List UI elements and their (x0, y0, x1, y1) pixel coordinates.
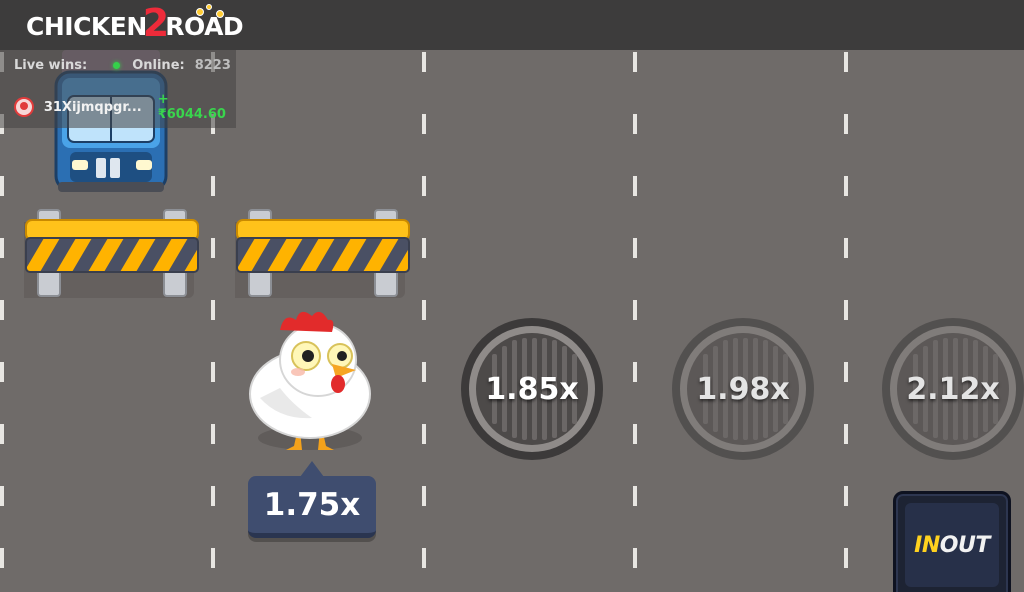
provider-in-text: IN (914, 532, 940, 558)
lane-divider (211, 50, 215, 592)
chicken-character-icon[interactable] (240, 300, 380, 452)
header-bar: CHICKEN 2 ROAD (0, 0, 1024, 50)
win-amount: +₹6044.60 (157, 92, 226, 122)
logo-sparkle-icon (206, 4, 212, 10)
live-stats-row: Live wins: Online: 8223 (14, 58, 231, 73)
live-win-item: 31Xijmqpgr... +₹6044.60 (14, 92, 236, 122)
provider-logo-text: INOUT (914, 533, 990, 558)
current-multiplier: 1.75x (248, 476, 376, 538)
road-barrier-icon (229, 208, 411, 298)
road-barrier-icon (18, 208, 200, 298)
green-dot-icon (113, 62, 121, 69)
provider-out-text: OUT (939, 532, 991, 558)
logo-text-left: CHICKEN (26, 11, 147, 41)
live-wins-panel: Live wins: Online: 8223 31Xijmqpgr... +₹… (0, 50, 236, 128)
logo-number: 2 (142, 1, 170, 45)
logo-text-right: ROAD (165, 11, 244, 41)
lane-divider (633, 50, 637, 592)
multiplier-label: 1.85x (485, 371, 579, 407)
live-wins-label: Live wins: (14, 58, 88, 73)
manhole-step-3[interactable]: 2.12x (880, 316, 1024, 462)
online-label: Online: (132, 58, 185, 73)
multiplier-label: 1.98x (696, 371, 790, 407)
win-username: 31Xijmqpgr... (43, 99, 142, 115)
provider-logo: INOUT (905, 503, 999, 587)
game-screen: CHICKEN 2 ROAD Live wins: Online: 8223 3… (0, 0, 1024, 592)
lane-divider (844, 50, 848, 592)
lane-divider (0, 50, 4, 592)
online-count: 8223 (194, 58, 231, 73)
provider-badge[interactable]: INOUT (893, 491, 1011, 592)
manhole-step-1[interactable]: 1.85x (459, 316, 605, 462)
user-avatar-icon (14, 97, 34, 117)
multiplier-label: 2.12x (906, 371, 1000, 407)
pointer-arrow-icon (300, 461, 324, 477)
manhole-step-2[interactable]: 1.98x (670, 316, 816, 462)
lane-divider (422, 50, 426, 592)
logo-sparkle-icon (216, 10, 224, 18)
game-logo[interactable]: CHICKEN 2 ROAD (26, 1, 244, 46)
logo-sparkle-icon (196, 8, 204, 16)
